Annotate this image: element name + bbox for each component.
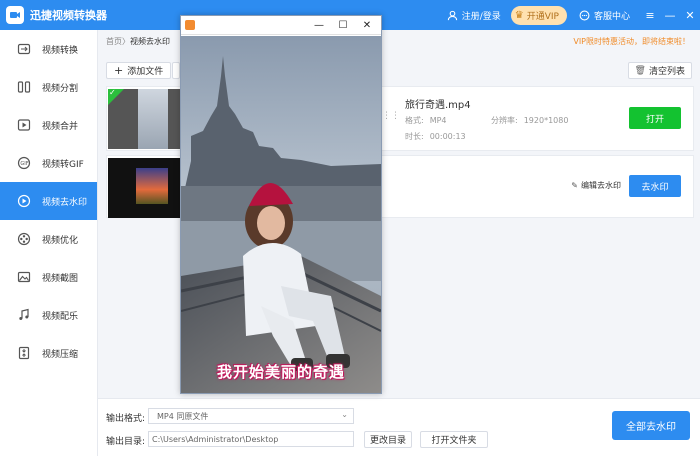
breadcrumb-separator: 〉 xyxy=(122,37,130,46)
video-preview[interactable]: 我开始美丽的奇遇 xyxy=(181,36,381,393)
sidebar-item-label: 视频转GIF xyxy=(42,159,84,170)
app-icon xyxy=(185,20,195,30)
sidebar-item-gif[interactable]: GIF 视频转GIF xyxy=(0,144,97,182)
app-title: 迅捷视频转换器 xyxy=(30,9,107,22)
service-link[interactable]: 客服中心 xyxy=(579,9,630,22)
chevron-down-icon: ⌄ xyxy=(341,410,348,419)
breadcrumb-home[interactable]: 首页 xyxy=(106,36,122,47)
compress-icon xyxy=(16,345,32,361)
remove-all-watermarks-button[interactable]: 全部去水印 xyxy=(612,411,690,440)
sidebar-item-label: 视频合并 xyxy=(42,121,79,132)
duration-meta: 时长: 00:00:13 xyxy=(405,131,466,142)
trash-icon: 🗑 xyxy=(634,65,646,76)
duration-label: 时长: xyxy=(405,132,424,141)
preview-title-bar[interactable]: — ☐ ✕ xyxy=(181,16,381,35)
sidebar-item-label: 视频分割 xyxy=(42,83,79,94)
music-icon xyxy=(16,307,32,323)
sidebar-item-label: 视频转换 xyxy=(42,45,79,56)
film-reel-icon xyxy=(16,231,32,247)
sidebar-item-label: 视频配乐 xyxy=(42,311,79,322)
chat-icon xyxy=(579,9,591,21)
change-dir-button[interactable]: 更改目录 xyxy=(364,431,412,448)
bottom-bar: 输出格式: MP4 同原文件 ⌄ 输出目录: C:\Users\Administ… xyxy=(98,398,700,456)
edit-watermark-label: 编辑去水印 xyxy=(581,181,621,190)
menu-icon[interactable]: ≡ xyxy=(640,0,660,30)
close-icon[interactable]: ✕ xyxy=(355,16,379,35)
thumbnail-image xyxy=(136,168,168,204)
close-icon[interactable]: ✕ xyxy=(680,0,700,30)
video-thumbnail[interactable] xyxy=(108,158,182,218)
thumbnail-image xyxy=(138,89,168,149)
gif-icon: GIF xyxy=(16,155,32,171)
remove-watermark-button[interactable]: 去水印 xyxy=(629,175,681,197)
pencil-icon: ✎ xyxy=(571,181,578,190)
sidebar-item-compress[interactable]: 视频压缩 xyxy=(0,334,97,372)
sidebar-item-label: 视频优化 xyxy=(42,235,79,246)
video-thumbnail[interactable]: ✓ xyxy=(108,89,182,149)
add-file-label: 添加文件 xyxy=(127,67,164,77)
sidebar-item-label: 视频截图 xyxy=(42,273,79,284)
resolution-value: 1920*1080 xyxy=(523,116,569,125)
vip-button[interactable]: ♛ 开通VIP xyxy=(510,5,567,25)
open-button[interactable]: 打开 xyxy=(629,107,681,129)
video-merge-icon xyxy=(16,117,32,133)
svg-text:GIF: GIF xyxy=(20,161,28,167)
sidebar-item-split[interactable]: 视频分割 xyxy=(0,68,97,106)
format-value: MP4 xyxy=(429,116,447,125)
sidebar-item-label: 视频去水印 xyxy=(42,197,88,208)
video-subtitle: 我开始美丽的奇遇 xyxy=(216,363,345,381)
promo-link[interactable]: VIP限时特惠活动，即将结束啦！ xyxy=(573,36,690,47)
checkmark-icon: ✓ xyxy=(109,89,116,97)
crown-icon: ♛ xyxy=(514,9,524,21)
breadcrumb-current: 视频去水印 xyxy=(130,37,170,46)
sidebar-item-watermark[interactable]: 视频去水印 xyxy=(0,182,97,220)
output-dir-field[interactable]: C:\Users\Administrator\Desktop xyxy=(148,431,354,447)
video-frame-image xyxy=(181,36,381,393)
watermark-remove-icon xyxy=(16,193,32,209)
open-folder-button[interactable]: 打开文件夹 xyxy=(420,431,488,448)
preview-window: — ☐ ✕ 我开始美丽的奇遇 xyxy=(180,15,382,394)
output-dir-label: 输出目录: xyxy=(106,437,146,447)
clear-list-button[interactable]: 🗑 清空列表 xyxy=(627,62,692,79)
format-meta: 格式: MP4 xyxy=(405,115,447,126)
edit-watermark-button[interactable]: ✎ 编辑去水印 xyxy=(571,180,621,191)
sidebar-item-optimize[interactable]: 视频优化 xyxy=(0,220,97,258)
duration-value: 00:00:13 xyxy=(429,132,466,141)
output-dir-value: C:\Users\Administrator\Desktop xyxy=(152,434,279,444)
minimize-icon[interactable]: — xyxy=(660,0,680,30)
file-name: 旅行奇遇.mp4 xyxy=(405,100,471,111)
add-folder-button[interactable] xyxy=(172,62,180,79)
image-icon xyxy=(16,269,32,285)
minimize-icon[interactable]: — xyxy=(307,16,331,35)
breadcrumb: 首页 〉 视频去水印 xyxy=(106,36,170,47)
app-logo-icon xyxy=(6,6,24,24)
sidebar-item-merge[interactable]: 视频合并 xyxy=(0,106,97,144)
drag-handle-icon[interactable]: ⋮⋮ xyxy=(382,111,400,121)
login-label: 注册/登录 xyxy=(461,11,501,22)
resolution-meta: 分辨率: 1920*1080 xyxy=(491,115,568,126)
login-link[interactable]: 注册/登录 xyxy=(447,9,501,22)
video-split-icon xyxy=(16,79,32,95)
sidebar-item-music[interactable]: 视频配乐 xyxy=(0,296,97,334)
service-label: 客服中心 xyxy=(593,11,630,22)
clear-list-label: 清空列表 xyxy=(648,67,685,77)
output-format-select[interactable]: MP4 同原文件 ⌄ xyxy=(148,408,354,424)
user-icon xyxy=(447,9,459,21)
sidebar-item-screenshot[interactable]: 视频截图 xyxy=(0,258,97,296)
video-convert-icon xyxy=(16,41,32,57)
output-format-label: 输出格式: xyxy=(106,414,146,424)
format-label: 格式: xyxy=(405,116,424,125)
sidebar-item-label: 视频压缩 xyxy=(42,349,79,360)
output-format-value: MP4 同原文件 xyxy=(157,411,209,421)
sidebar: 视频转换 视频分割 视频合并 GIF 视频转GIF 视频去水印 视频优化 视频截… xyxy=(0,30,98,456)
resolution-label: 分辨率: xyxy=(491,116,518,125)
sidebar-item-convert[interactable]: 视频转换 xyxy=(0,30,97,68)
add-file-button[interactable]: + 添加文件 xyxy=(106,62,172,79)
plus-icon: + xyxy=(114,64,124,77)
maximize-icon[interactable]: ☐ xyxy=(331,16,355,35)
vip-label: 开通VIP xyxy=(526,11,559,22)
